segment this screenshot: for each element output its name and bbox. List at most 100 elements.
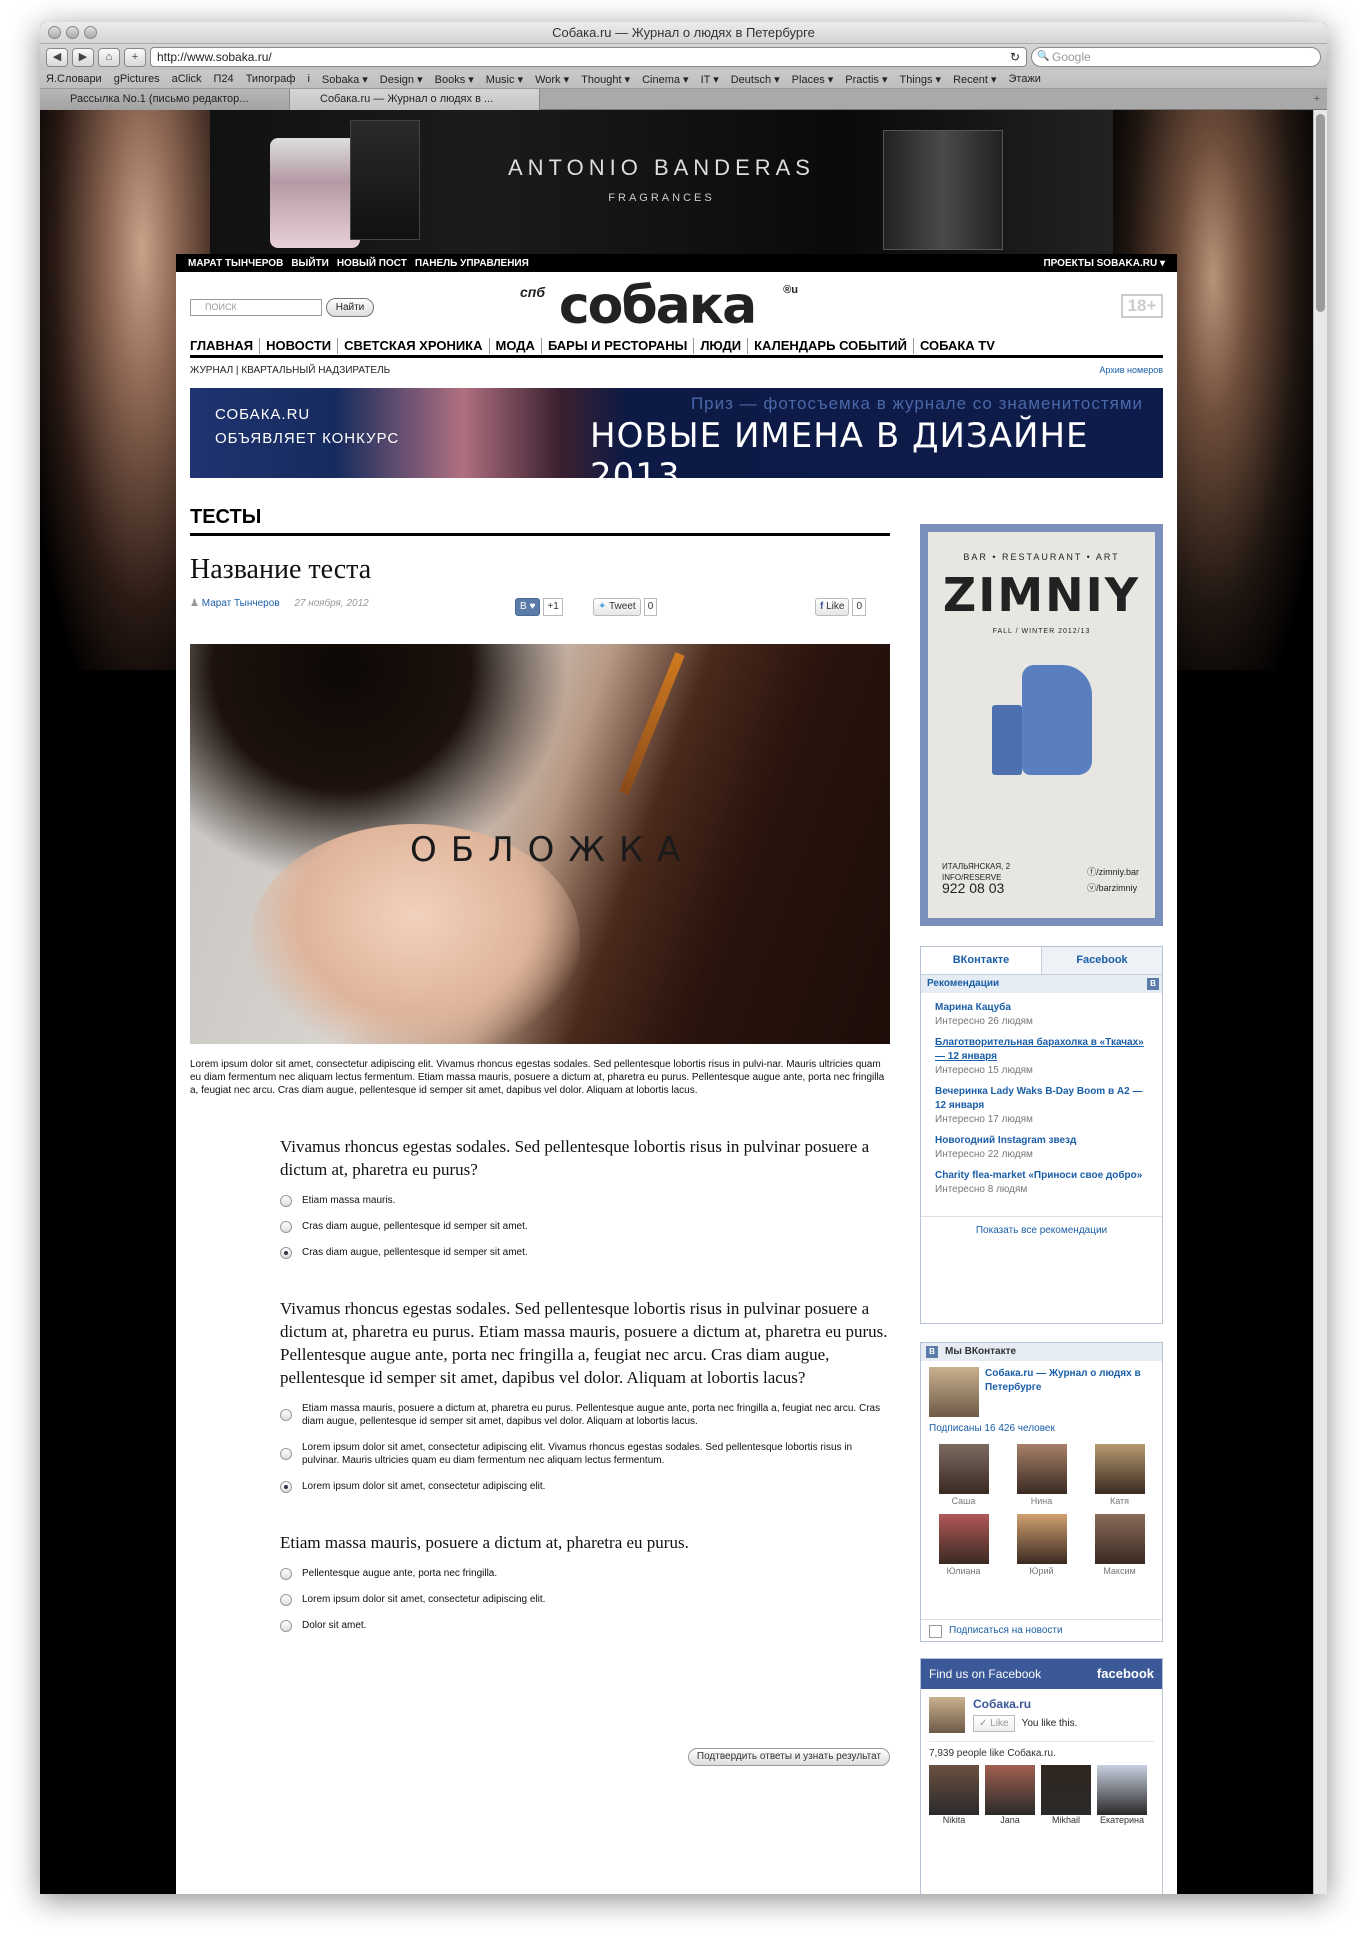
back-button[interactable]: ◀ bbox=[46, 47, 68, 67]
vk-like-button[interactable]: В ♥ bbox=[515, 598, 541, 616]
archive-link[interactable]: Архив номеров bbox=[1099, 365, 1163, 379]
tweet-button[interactable]: ✦ Tweet bbox=[593, 598, 641, 616]
nav-item[interactable]: БАРЫ И РЕСТОРАНЫ bbox=[542, 338, 695, 354]
vk-person[interactable]: Саша bbox=[938, 1444, 989, 1506]
fb-person[interactable]: Екатерина bbox=[1097, 1765, 1147, 1825]
rec-title-link[interactable]: Charity flea-market «Приноси свое добро» bbox=[935, 1169, 1148, 1183]
radio-button[interactable] bbox=[280, 1220, 292, 1233]
bookmark-item[interactable]: П24 bbox=[214, 73, 234, 85]
user-link[interactable]: МАРАТ ТЫНЧЕРОВ bbox=[188, 258, 283, 269]
answer-option[interactable]: Etiam massa mauris, posuere a dictum at,… bbox=[280, 1402, 890, 1428]
radio-button[interactable] bbox=[280, 1619, 292, 1632]
rec-title-link[interactable]: Новогодний Instagram звезд bbox=[935, 1134, 1148, 1148]
nav-item[interactable]: СОБАКА TV bbox=[914, 338, 1001, 354]
nav-item[interactable]: ГЛАВНАЯ bbox=[190, 338, 261, 354]
nav-item[interactable]: СВЕТСКАЯ ХРОНИКА bbox=[338, 338, 490, 354]
answer-option[interactable]: Lorem ipsum dolor sit amet, consectetur … bbox=[280, 1480, 890, 1493]
bookmark-item[interactable]: i bbox=[307, 73, 309, 85]
rec-title-link[interactable]: Вечеринка Lady Waks B-Day Boom в A2 — 12… bbox=[935, 1085, 1148, 1113]
vk-person[interactable]: Максим bbox=[1094, 1514, 1145, 1576]
minimize-window-button[interactable] bbox=[66, 26, 79, 39]
top-ad-banner[interactable]: ANTONIO BANDERAS FRAGRANCES bbox=[210, 110, 1113, 260]
nav-item[interactable]: ЛЮДИ bbox=[694, 338, 749, 354]
bookmark-item[interactable]: Music ▾ bbox=[486, 73, 523, 86]
tab-newsletter[interactable]: Рассылка No.1 (письмо редактор... bbox=[40, 89, 290, 110]
fb-person[interactable]: Mikhail bbox=[1041, 1765, 1091, 1825]
radio-button[interactable] bbox=[280, 1593, 292, 1606]
bookmark-item[interactable]: Этажи bbox=[1009, 73, 1041, 85]
fb-person[interactable]: Jana bbox=[985, 1765, 1035, 1825]
bookmark-item[interactable]: Deutsch ▾ bbox=[731, 73, 780, 86]
bookmark-item[interactable]: Practis ▾ bbox=[845, 73, 887, 86]
bookmark-item[interactable]: IT ▾ bbox=[701, 73, 719, 86]
bookmark-item[interactable]: Cinema ▾ bbox=[642, 73, 688, 86]
radio-button[interactable] bbox=[280, 1409, 292, 1421]
bookmark-item[interactable]: Things ▾ bbox=[899, 73, 941, 86]
bookmark-item[interactable]: Thought ▾ bbox=[581, 73, 630, 86]
answer-option[interactable]: Lorem ipsum dolor sit amet, consectetur … bbox=[280, 1593, 890, 1606]
nav-item[interactable]: КАЛЕНДАРЬ СОБЫТИЙ bbox=[748, 338, 914, 354]
new-post-link[interactable]: НОВЫЙ ПОСТ bbox=[337, 258, 407, 269]
site-logo[interactable]: спб собака ®u bbox=[520, 280, 798, 332]
answer-option[interactable]: Pellentesque augue ante, porta nec fring… bbox=[280, 1567, 890, 1580]
submit-answers-button[interactable]: Подтвердить ответы и узнать результат bbox=[687, 1748, 890, 1766]
vk-person[interactable]: Катя bbox=[1094, 1444, 1145, 1506]
scrollbar[interactable] bbox=[1313, 110, 1327, 1894]
radio-button[interactable] bbox=[280, 1567, 292, 1580]
subnav-journal[interactable]: ЖУРНАЛ bbox=[190, 365, 233, 379]
rec-title-link[interactable]: Благотворительная барахолка в «Ткачах» —… bbox=[935, 1036, 1148, 1064]
add-bookmark-button[interactable]: + bbox=[124, 47, 146, 67]
group-avatar[interactable] bbox=[929, 1367, 979, 1417]
nav-item[interactable]: МОДА bbox=[490, 338, 542, 354]
radio-button[interactable] bbox=[280, 1448, 292, 1460]
control-panel-link[interactable]: ПАНЕЛЬ УПРАВЛЕНИЯ bbox=[415, 258, 529, 269]
bookmark-item[interactable]: Я.Словари bbox=[46, 73, 102, 85]
new-tab-button[interactable]: + bbox=[1307, 89, 1327, 109]
bookmark-item[interactable]: Recent ▾ bbox=[953, 73, 996, 86]
search-button[interactable]: Найти bbox=[326, 298, 374, 317]
radio-button[interactable] bbox=[280, 1194, 292, 1207]
tab-vkontakte[interactable]: ВКонтакте bbox=[921, 947, 1042, 974]
address-bar[interactable]: http://www.sobaka.ru/ ↻ bbox=[150, 47, 1027, 67]
vk-person[interactable]: Юрий bbox=[1016, 1514, 1067, 1576]
zoom-window-button[interactable] bbox=[84, 26, 97, 39]
home-icon[interactable]: ⌂ bbox=[98, 47, 120, 67]
radio-button[interactable] bbox=[280, 1246, 292, 1259]
projects-dropdown[interactable]: ПРОЕКТЫ SOBAKA.RU ▾ bbox=[1043, 258, 1165, 269]
vk-person[interactable]: Юлиана bbox=[938, 1514, 989, 1576]
bookmark-item[interactable]: Books ▾ bbox=[435, 73, 474, 86]
forward-button[interactable]: ▶ bbox=[72, 47, 94, 67]
rec-title-link[interactable]: Марина Кацуба bbox=[935, 1001, 1148, 1015]
vk-subscribe-checkbox[interactable]: Подписаться на новости bbox=[921, 1619, 1162, 1641]
bookmark-item[interactable]: aClick bbox=[172, 73, 202, 85]
close-window-button[interactable] bbox=[48, 26, 61, 39]
bookmark-item[interactable]: Типограф bbox=[246, 73, 296, 85]
answer-option[interactable]: Cras diam augue, pellentesque id semper … bbox=[280, 1220, 890, 1233]
group-name[interactable]: Собака.ru — Журнал о людях в Петербурге bbox=[985, 1367, 1154, 1417]
answer-option[interactable]: Lorem ipsum dolor sit amet, consectetur … bbox=[280, 1441, 890, 1467]
fb-page-like-button[interactable]: ✓ Like bbox=[973, 1715, 1015, 1732]
bookmark-item[interactable]: Places ▾ bbox=[792, 73, 834, 86]
fb-page-name[interactable]: Собака.ru bbox=[973, 1697, 1077, 1711]
nav-item[interactable]: НОВОСТИ bbox=[260, 338, 339, 354]
fb-like-button[interactable]: f Like bbox=[815, 598, 850, 616]
bookmark-item[interactable]: Work ▾ bbox=[535, 73, 569, 86]
site-search-input[interactable]: ПОИСК bbox=[190, 299, 322, 316]
bookmark-item[interactable]: Design ▾ bbox=[380, 73, 423, 86]
browser-search-input[interactable]: Google bbox=[1031, 47, 1321, 67]
fb-person[interactable]: Nikita bbox=[929, 1765, 979, 1825]
zimniy-ad[interactable]: BAR • RESTAURANT • ART ZIMNIY FALL / WIN… bbox=[920, 524, 1163, 926]
tab-sobaka[interactable]: Собака.ru — Журнал о людях в ... bbox=[290, 89, 540, 110]
tab-facebook[interactable]: Facebook bbox=[1042, 947, 1162, 974]
bookmark-item[interactable]: Sobaka ▾ bbox=[322, 73, 368, 86]
answer-option[interactable]: Cras diam augue, pellentesque id semper … bbox=[280, 1246, 890, 1259]
vk-subscribers[interactable]: Подписаны 16 426 человек bbox=[921, 1423, 1162, 1434]
reload-icon[interactable]: ↻ bbox=[1010, 48, 1020, 66]
subnav-overseer[interactable]: КВАРТАЛЬНЫЙ НАДЗИРАТЕЛЬ bbox=[241, 365, 390, 379]
radio-button[interactable] bbox=[280, 1480, 292, 1493]
contest-banner[interactable]: СОБАКА.RU ОБЪЯВЛЯЕТ КОНКУРС Приз — фотос… bbox=[190, 388, 1163, 478]
vk-person[interactable]: Нина bbox=[1016, 1444, 1067, 1506]
logout-link[interactable]: ВЫЙТИ bbox=[291, 258, 329, 269]
bookmark-item[interactable]: gPictures bbox=[114, 73, 160, 85]
scroll-thumb[interactable] bbox=[1316, 114, 1325, 312]
